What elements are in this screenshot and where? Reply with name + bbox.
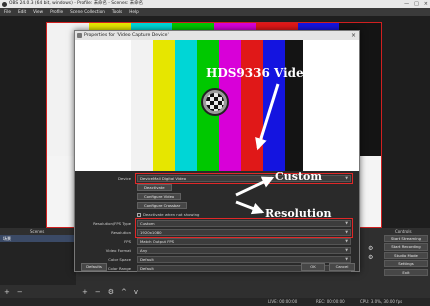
- menu-bar: File Edit View Profile Scene Collection …: [0, 8, 430, 16]
- resolution-caption: Resolution: [265, 207, 332, 220]
- configure-crossbar-button[interactable]: Configure Crossbar: [137, 202, 188, 209]
- fps-row: FPS Match Output FPS ▼: [75, 238, 359, 245]
- chevron-down-icon: ▼: [345, 248, 348, 252]
- remove-source-icon[interactable]: −: [95, 288, 101, 296]
- controls-panel: Start Streaming Start Recording Studio M…: [384, 235, 428, 277]
- custom-caption: Custom: [275, 170, 323, 183]
- video-format-row: Video Format Any ▼: [75, 247, 359, 254]
- cpu-usage: CPU: 3.0%, 30.00 fps: [360, 299, 403, 304]
- sources-toolbar: + − ⚙ ^ v: [82, 288, 138, 296]
- res-type-label: Resolution/FPS Type: [93, 221, 131, 226]
- dlg-bar-cyan: [175, 40, 197, 171]
- chevron-down-icon: ▼: [345, 239, 348, 243]
- test-pattern-circle: [201, 88, 229, 116]
- minimize-icon[interactable]: —: [404, 0, 409, 8]
- window-title: OBS 24.0.3 (64 bit, windows) - Profile: …: [9, 1, 143, 6]
- fps-label: FPS: [124, 239, 131, 244]
- fps-select[interactable]: Match Output FPS ▼: [137, 238, 351, 245]
- status-bar: LIVE: 00:00:00 REC: 00:00:00 CPU: 3.0%, …: [0, 298, 430, 306]
- settings-button[interactable]: Settings: [384, 260, 428, 268]
- configure-video-row: Configure Video: [75, 193, 359, 200]
- remove-scene-icon[interactable]: −: [17, 288, 23, 296]
- resolution-highlight: [135, 218, 353, 238]
- mixer-gear-icon[interactable]: ⚙: [368, 245, 373, 252]
- deactivate-button[interactable]: Deactivate: [137, 184, 172, 191]
- start-recording-button[interactable]: Start Recording: [384, 243, 428, 251]
- deactivate-checkbox-label: Deactivate when not showing: [143, 212, 200, 217]
- defaults-button[interactable]: Defaults: [81, 263, 107, 271]
- controls-dock-title: Controls: [395, 229, 412, 234]
- mixer-gear-icon-2[interactable]: ⚙: [368, 254, 373, 261]
- menu-view[interactable]: View: [33, 8, 43, 16]
- fps-value: Match Output FPS: [140, 239, 175, 244]
- ok-button[interactable]: OK: [301, 263, 325, 271]
- scenes-toolbar: + −: [4, 288, 23, 296]
- video-format-value: Any: [140, 248, 148, 253]
- configure-video-button[interactable]: Configure Video: [137, 193, 182, 200]
- move-up-icon[interactable]: ^: [121, 288, 127, 296]
- settings-gear-icon[interactable]: ⚙: [108, 288, 114, 296]
- rec-timer: REC: 00:00:00: [316, 299, 345, 304]
- scenes-list[interactable]: 场景: [0, 235, 76, 285]
- add-source-icon[interactable]: +: [82, 288, 88, 296]
- maximize-icon[interactable]: □: [414, 0, 419, 8]
- start-streaming-button[interactable]: Start Streaming: [384, 235, 428, 243]
- preview-pad-left: [75, 40, 131, 171]
- deactivate-when-not-showing[interactable]: Deactivate when not showing: [137, 211, 199, 218]
- deactivate-row: Deactivate: [75, 184, 359, 191]
- window-titlebar: OBS 24.0.3 (64 bit, windows) - Profile: …: [0, 0, 430, 8]
- video-format-label: Video Format: [105, 248, 131, 253]
- preview-pad-right: [303, 40, 359, 171]
- dialog-video-preview: [75, 40, 359, 171]
- checker-pattern: [206, 93, 224, 111]
- menu-file[interactable]: File: [4, 8, 11, 16]
- obs-logo-icon: [2, 1, 7, 7]
- close-icon[interactable]: ×: [351, 31, 356, 40]
- menu-scene-collection[interactable]: Scene Collection: [70, 8, 105, 16]
- scenes-dock-title: Scenes: [30, 229, 45, 234]
- add-scene-icon[interactable]: +: [4, 288, 10, 296]
- dialog-app-icon: [77, 33, 82, 38]
- checkbox[interactable]: [137, 213, 141, 217]
- dlg-bar-white: [131, 40, 153, 171]
- window-controls: — □ ×: [404, 0, 428, 8]
- dialog-title: Properties for 'Video Capture Device': [84, 33, 169, 38]
- scene-item[interactable]: 场景: [0, 235, 76, 242]
- device-caption: HDS9336 Video IN: [206, 66, 333, 80]
- cancel-button[interactable]: Cancel: [329, 263, 355, 271]
- window-close-icon[interactable]: ×: [424, 0, 428, 8]
- exit-button[interactable]: Exit: [384, 268, 428, 276]
- dialog-footer: Defaults OK Cancel: [75, 262, 359, 272]
- menu-profile[interactable]: Profile: [50, 8, 63, 16]
- dlg-bar-red: [241, 40, 263, 171]
- menu-tools[interactable]: Tools: [112, 8, 122, 16]
- studio-mode-button[interactable]: Studio Mode: [384, 251, 428, 259]
- device-label: Device: [118, 176, 131, 181]
- move-down-icon[interactable]: v: [134, 288, 138, 296]
- resolution-label: Resolution: [111, 230, 131, 235]
- video-format-select[interactable]: Any ▼: [137, 247, 351, 254]
- dlg-bar-yellow: [153, 40, 175, 171]
- dlg-bar-blue: [263, 40, 285, 171]
- live-timer: LIVE: 00:00:00: [268, 299, 298, 304]
- menu-edit[interactable]: Edit: [18, 8, 26, 16]
- dialog-titlebar: Properties for 'Video Capture Device' ×: [75, 31, 359, 40]
- menu-help[interactable]: Help: [129, 8, 139, 16]
